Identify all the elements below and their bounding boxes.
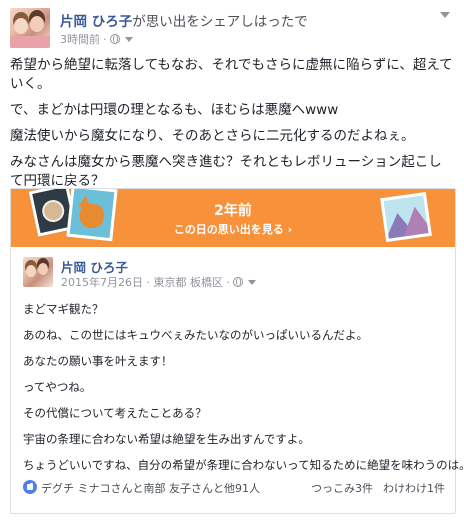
original-line: 宇宙の条理に合わない希望は絶望を生み出すんですよ。 (23, 432, 310, 446)
post-timestamp[interactable]: 3時間前 (60, 31, 100, 47)
post-action-text: が思い出をシェアしはったで (132, 14, 308, 30)
post-body: 希望から絶望に転落してもなお、それでもさらに虚無に陥らずに、超えていく。 で、ま… (10, 56, 454, 198)
shares-count-link[interactable]: わけわけ1件 (383, 482, 445, 495)
post-paragraph: 魔法使いから魔女になり、そのあとさらに二元化するのだよねぇ。 (10, 128, 415, 144)
original-date-location[interactable]: 2015年7月26日 · 東京都 板橋区 · (61, 274, 230, 290)
engagement-counts: つっこみ3件 わけわけ1件 (301, 480, 445, 496)
original-author-avatar[interactable] (23, 257, 53, 287)
shared-memory-card: 2年前 この日の思い出を見る › 片岡 ひろ子 2015年7月26日 · 東京都… (10, 188, 464, 514)
original-post-meta: 2015年7月26日 · 東京都 板橋区 · (61, 274, 256, 290)
memory-years-ago: 2年前 (214, 203, 252, 219)
original-line: ちょうどいいですね、自分の希望が条理に合わないって知るために絶望を味わうのは。 (23, 458, 464, 472)
post-header: 片岡 ひろ子が思い出をシェアしはったで 3時間前 · (10, 8, 450, 48)
audience-dropdown-icon[interactable] (124, 36, 133, 42)
like-icon (23, 480, 37, 494)
original-line: その代償について考えたことある？ (23, 406, 207, 420)
feed-post: 片岡 ひろ子が思い出をシェアしはったで 3時間前 · 希望から絶望に転落してもな… (0, 0, 464, 520)
original-line: あのね、この世にはキュウべぇみたいなのがいっぱいいるんだよ。 (23, 328, 368, 342)
author-avatar[interactable] (10, 8, 50, 48)
original-post-header: 片岡 ひろ子 2015年7月26日 · 東京都 板橋区 · (23, 257, 443, 291)
globe-icon (109, 34, 120, 44)
globe-icon (232, 277, 243, 287)
original-post-body: まどマギ観た？ あのね、この世にはキュウべぇみたいなのがいっぱいいるんだよ。 あ… (23, 301, 464, 483)
post-paragraph: で、まどかは円環の理となるも、ほむらは悪魔へwww (10, 102, 339, 118)
comments-count-link[interactable]: つっこみ3件 (311, 482, 373, 495)
post-title-line: 片岡 ひろ子が思い出をシェアしはったで (60, 10, 308, 30)
post-meta: 3時間前 · (60, 31, 133, 47)
memory-banner[interactable]: 2年前 この日の思い出を見る › (11, 189, 455, 247)
likers-link[interactable]: デグチ ミナコさんと南部 友子さんと他91人 (41, 480, 260, 496)
meta-separator: · (103, 32, 107, 46)
post-paragraph: 希望から絶望に転落してもなお、それでもさらに虚無に陥らずに、超えていく。 (10, 57, 453, 92)
author-name-link[interactable]: 片岡 ひろ子 (60, 14, 132, 30)
original-line: あなたの願い事を叶えます！ (23, 354, 173, 368)
reactions-bar: デグチ ミナコさんと南部 友子さんと他91人 つっこみ3件 わけわけ1件 (23, 479, 445, 499)
post-paragraph: みなさんは魔女から悪魔へ突き進む？それともレボリューション起こして円環に戻る？ (10, 154, 442, 189)
audience-dropdown-icon[interactable] (247, 279, 256, 285)
post-options-chevron-icon[interactable] (440, 12, 450, 18)
original-line: ってやつね。 (23, 380, 92, 394)
original-line: まどマギ観た？ (23, 302, 104, 316)
see-memories-link[interactable]: この日の思い出を見る › (11, 221, 455, 237)
